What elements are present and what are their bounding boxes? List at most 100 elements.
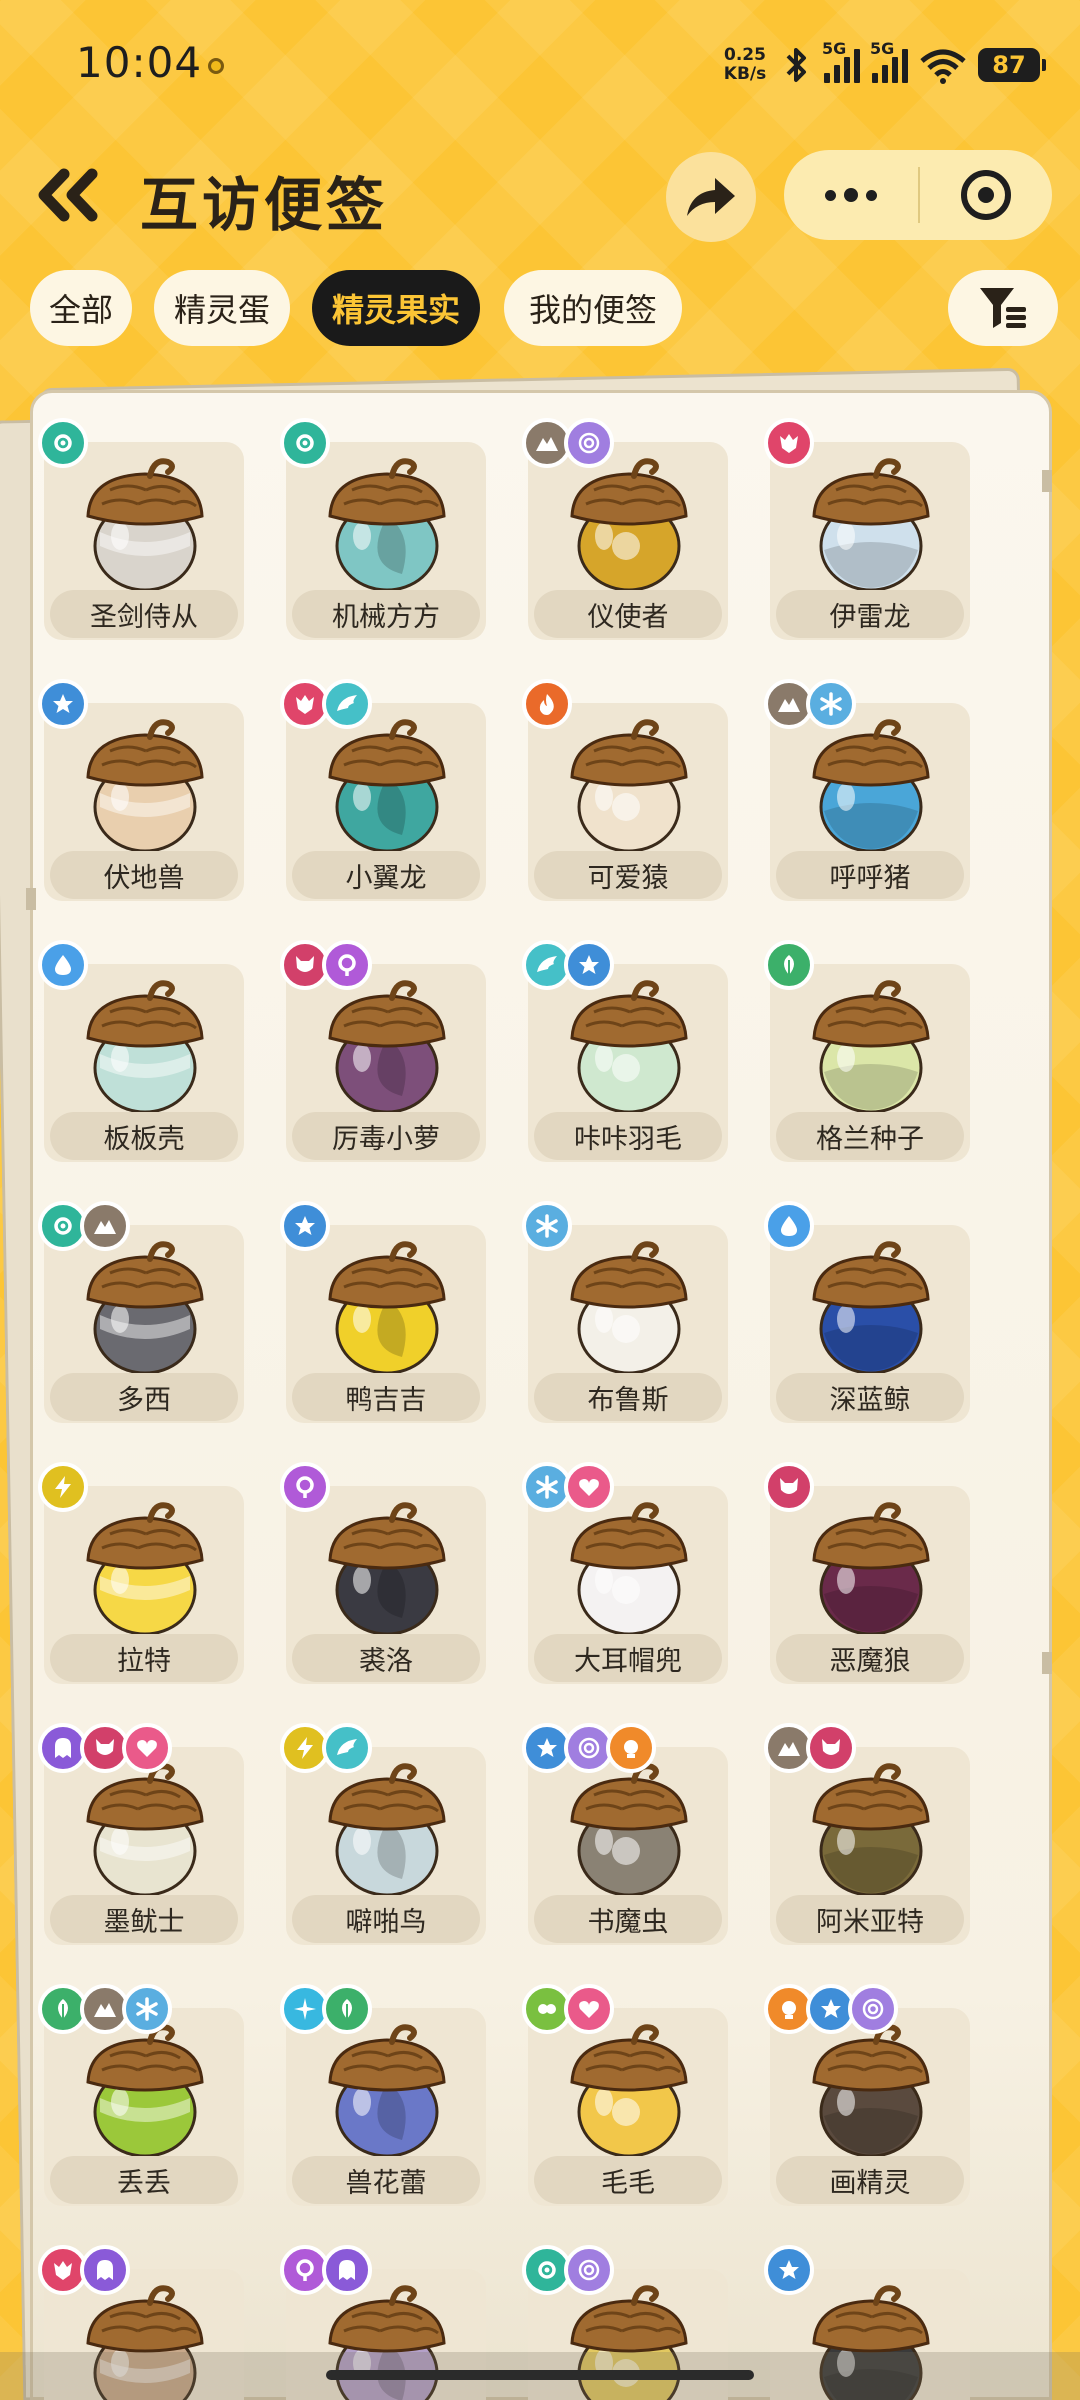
fruit-card[interactable]: 咔咔羽毛 bbox=[522, 940, 728, 1162]
fruit-card[interactable]: 兽花蕾 bbox=[280, 1984, 486, 2206]
fruit-card[interactable]: 板板壳 bbox=[38, 940, 244, 1162]
type-badges bbox=[280, 1723, 372, 1773]
tab-my-notes[interactable]: 我的便签 bbox=[504, 270, 682, 346]
type-badges bbox=[38, 1201, 130, 1251]
type-badges bbox=[280, 679, 372, 729]
spirit-type-icon bbox=[848, 1984, 898, 2034]
speed-unit: KB/s bbox=[723, 64, 767, 84]
type-badges bbox=[764, 1984, 898, 2034]
normal-type-icon bbox=[38, 679, 88, 729]
fruit-card[interactable]: 拉特 bbox=[38, 1462, 244, 1684]
fruit-card[interactable]: 书魔虫 bbox=[522, 1723, 728, 1945]
type-badges bbox=[522, 1462, 614, 1512]
fruit-name: 厉毒小萝 bbox=[292, 1112, 480, 1160]
dragon-type-icon bbox=[764, 418, 814, 468]
more-menu-button[interactable] bbox=[784, 150, 918, 240]
fruit-name: 可爱猿 bbox=[534, 851, 722, 899]
tab-eggs[interactable]: 精灵蛋 bbox=[154, 270, 290, 346]
acorn-fruit-icon bbox=[86, 719, 204, 853]
bluetooth-icon bbox=[786, 48, 806, 82]
ice-type-icon bbox=[806, 679, 856, 729]
fruit-name: 阿米亚特 bbox=[776, 1895, 964, 1943]
cute-type-icon bbox=[122, 1723, 172, 1773]
fruit-name: 鸭吉吉 bbox=[292, 1373, 480, 1421]
type-badges bbox=[522, 679, 572, 729]
fruit-name: 大耳帽兜 bbox=[534, 1634, 722, 1682]
fruit-card[interactable]: 伊雷龙 bbox=[764, 418, 970, 640]
fruit-card[interactable]: 深蓝鲸 bbox=[764, 1201, 970, 1423]
fruit-card[interactable]: 机械方方 bbox=[280, 418, 486, 640]
type-badges bbox=[522, 1723, 656, 1773]
type-badges bbox=[38, 1462, 88, 1512]
speed-value: 0.25 bbox=[724, 45, 766, 65]
type-badges bbox=[522, 940, 614, 990]
share-button[interactable] bbox=[666, 152, 756, 242]
demon-type-icon bbox=[764, 1462, 814, 1512]
fruit-card[interactable]: 阿米亚特 bbox=[764, 1723, 970, 1945]
status-icons: 0.25 KB/s 5G 5G 87 bbox=[718, 39, 1046, 90]
fruit-name: 毛毛 bbox=[534, 2156, 722, 2204]
card-notch bbox=[1042, 470, 1052, 492]
acorn-fruit-icon bbox=[86, 1241, 204, 1375]
ghost-type-icon bbox=[322, 2245, 372, 2295]
fruit-card[interactable]: 圣剑侍从 bbox=[38, 418, 244, 640]
water-type-icon bbox=[764, 1201, 814, 1251]
fruit-name: 圣剑侍从 bbox=[50, 590, 238, 638]
fruit-card[interactable]: 布鲁斯 bbox=[522, 1201, 728, 1423]
machine-type-icon bbox=[38, 418, 88, 468]
acorn-fruit-icon bbox=[570, 2024, 688, 2158]
type-badges bbox=[522, 418, 614, 468]
type-badges bbox=[522, 2245, 614, 2295]
fruit-name: 拉特 bbox=[50, 1634, 238, 1682]
fruit-card[interactable]: 小翼龙 bbox=[280, 679, 486, 901]
fruit-name: 画精灵 bbox=[776, 2156, 964, 2204]
fruit-card[interactable]: 噼啪鸟 bbox=[280, 1723, 486, 1945]
acorn-fruit-icon bbox=[86, 1763, 204, 1897]
fire-type-icon bbox=[522, 679, 572, 729]
fruit-card[interactable]: 鸭吉吉 bbox=[280, 1201, 486, 1423]
electric-type-icon bbox=[38, 1462, 88, 1512]
type-badges bbox=[38, 940, 88, 990]
type-badges bbox=[280, 1462, 330, 1512]
fruit-name: 格兰种子 bbox=[776, 1112, 964, 1160]
acorn-fruit-icon bbox=[86, 1502, 204, 1636]
fruit-card[interactable]: 厉毒小萝 bbox=[280, 940, 486, 1162]
fruit-card[interactable]: 墨鱿士 bbox=[38, 1723, 244, 1945]
type-badges bbox=[764, 1201, 814, 1251]
ice-type-icon bbox=[522, 1201, 572, 1251]
type-badges bbox=[280, 2245, 372, 2295]
acorn-fruit-icon bbox=[328, 1763, 446, 1897]
fruit-card[interactable]: 仪使者 bbox=[522, 418, 728, 640]
fruit-name: 咔咔羽毛 bbox=[534, 1112, 722, 1160]
type-badges bbox=[38, 418, 88, 468]
fruit-card[interactable]: 格兰种子 bbox=[764, 940, 970, 1162]
wing-type-icon bbox=[322, 1723, 372, 1773]
acorn-fruit-icon bbox=[812, 1763, 930, 1897]
type-badges bbox=[522, 1984, 614, 2034]
back-button[interactable] bbox=[30, 160, 110, 230]
fruit-card[interactable]: 画精灵 bbox=[764, 1984, 970, 2206]
cute-type-icon bbox=[564, 1462, 614, 1512]
fruit-card[interactable]: 丢丢 bbox=[38, 1984, 244, 2206]
fruit-card[interactable]: 恶魔狼 bbox=[764, 1462, 970, 1684]
demon-type-icon bbox=[806, 1723, 856, 1773]
fruit-card[interactable]: 裘洛 bbox=[280, 1462, 486, 1684]
tab-fruits[interactable]: 精灵果实 bbox=[312, 270, 480, 346]
type-badges bbox=[522, 1201, 572, 1251]
machine-type-icon bbox=[280, 418, 330, 468]
fruit-card[interactable]: 可爱猿 bbox=[522, 679, 728, 901]
fruit-card[interactable]: 大耳帽兜 bbox=[522, 1462, 728, 1684]
fruit-card[interactable]: 呼呼猪 bbox=[764, 679, 970, 901]
fruit-card[interactable]: 多西 bbox=[38, 1201, 244, 1423]
grass-type-icon bbox=[322, 1984, 372, 2034]
tab-all[interactable]: 全部 bbox=[30, 270, 132, 346]
filter-button[interactable] bbox=[948, 270, 1058, 346]
fruit-card[interactable]: 伏地兽 bbox=[38, 679, 244, 901]
home-indicator[interactable] bbox=[326, 2370, 754, 2380]
close-miniprogram-button[interactable] bbox=[920, 150, 1052, 240]
fruit-name: 多西 bbox=[50, 1373, 238, 1421]
tab-label: 我的便签 bbox=[528, 291, 657, 329]
fruit-card[interactable]: 毛毛 bbox=[522, 1984, 728, 2206]
normal-type-icon bbox=[564, 940, 614, 990]
type-badges bbox=[280, 1201, 330, 1251]
